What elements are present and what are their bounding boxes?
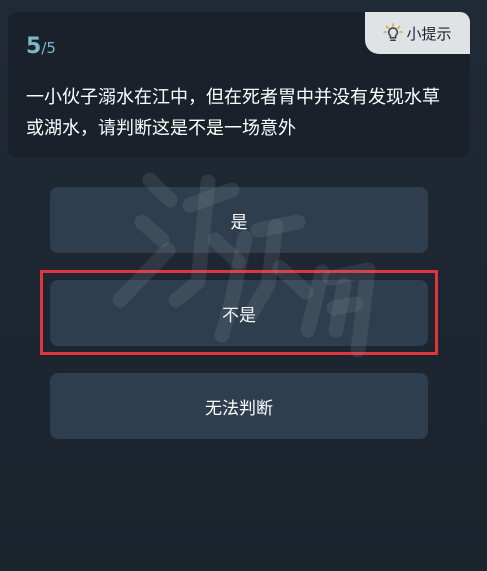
hint-label: 小提示	[406, 24, 452, 43]
lightbulb-icon	[383, 23, 404, 43]
progress-total: /5	[41, 39, 56, 57]
question-card: 5/5 小提示 一小伙子溺水在江中，但在死者胃中并没有发现水草或湖水，请判断这是…	[8, 12, 470, 158]
answer-label: 是	[230, 212, 248, 233]
question-text: 一小伙子溺水在江中，但在死者胃中并没有发现水草或湖水，请判断这是不是一场意外	[26, 87, 440, 139]
answer-button-cannot-judge[interactable]: 无法判断	[50, 373, 428, 439]
answer-button-yes[interactable]: 是	[50, 187, 428, 253]
answer-label: 不是	[222, 305, 256, 326]
hint-button[interactable]: 小提示	[365, 12, 470, 54]
progress-current: 5	[26, 34, 42, 59]
answer-button-no[interactable]: 不是	[50, 280, 428, 346]
answer-label: 无法判断	[205, 398, 273, 419]
question-progress: 5/5	[26, 36, 56, 58]
